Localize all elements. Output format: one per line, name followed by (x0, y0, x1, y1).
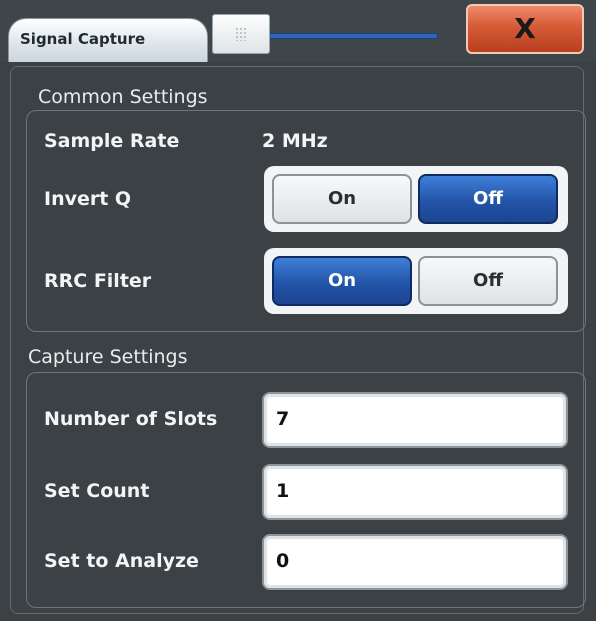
invert-q-off-button[interactable]: Off (418, 174, 558, 224)
number-of-slots-label: Number of Slots (44, 408, 218, 430)
invert-q-label: Invert Q (44, 188, 132, 210)
set-to-analyze-value: 0 (276, 550, 290, 572)
transparency-slider-track[interactable] (268, 33, 438, 39)
rrc-filter-toggle: On Off (264, 248, 568, 314)
close-button[interactable]: X (466, 4, 584, 54)
close-icon: X (514, 12, 536, 45)
invert-q-toggle: On Off (264, 166, 568, 232)
set-to-analyze-label: Set to Analyze (44, 550, 199, 572)
signal-capture-dialog: Signal Capture X Common Settings Sample … (0, 0, 596, 621)
set-count-label: Set Count (44, 480, 150, 502)
sample-rate-label: Sample Rate (44, 130, 180, 152)
transparency-slider-handle[interactable] (212, 14, 270, 54)
grip-icon (235, 27, 247, 41)
set-count-input[interactable]: 1 (262, 464, 568, 520)
rrc-filter-off-button[interactable]: Off (418, 256, 558, 306)
title-bar: Signal Capture X (0, 0, 596, 62)
rrc-filter-label: RRC Filter (44, 270, 152, 292)
set-count-value: 1 (276, 480, 290, 502)
number-of-slots-value: 7 (276, 408, 290, 430)
sample-rate-value: 2 MHz (262, 130, 328, 152)
invert-q-on-button[interactable]: On (272, 174, 412, 224)
common-settings-heading: Common Settings (38, 86, 208, 108)
capture-settings-heading: Capture Settings (28, 346, 188, 368)
rrc-filter-on-button[interactable]: On (272, 256, 412, 306)
number-of-slots-input[interactable]: 7 (262, 392, 568, 448)
dialog-title: Signal Capture (20, 30, 146, 48)
set-to-analyze-input[interactable]: 0 (262, 534, 568, 590)
